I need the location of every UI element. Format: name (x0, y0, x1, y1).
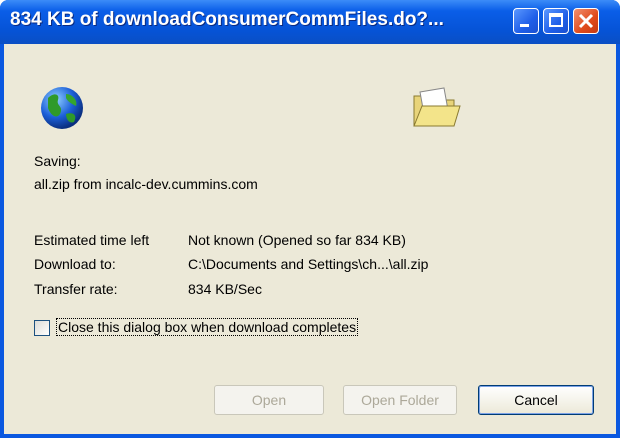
dialog-body: Saving: all.zip from incalc-dev.cummins.… (4, 44, 616, 434)
open-button-label: Open (251, 392, 287, 408)
close-when-done-label[interactable]: Close this dialog box when download comp… (55, 318, 359, 336)
open-folder-button-label: Open Folder (361, 392, 439, 408)
maximize-button[interactable] (543, 8, 569, 34)
close-when-done-checkbox[interactable] (34, 320, 50, 336)
close-icon (578, 13, 594, 29)
open-folder-icon (413, 87, 461, 127)
minimize-icon (520, 24, 529, 27)
open-folder-button[interactable]: Open Folder (343, 385, 457, 415)
cancel-button[interactable]: Cancel (478, 385, 594, 415)
globe-icon (41, 87, 83, 129)
saving-label: Saving: (34, 153, 81, 169)
download-to-label: Download to: (34, 256, 116, 272)
time-left-label: Estimated time left (34, 232, 150, 248)
open-button[interactable]: Open (214, 385, 324, 415)
transfer-rate-label: Transfer rate: (34, 281, 118, 297)
download-to-value: C:\Documents and Settings\ch...\all.zip (188, 256, 429, 272)
close-button[interactable] (573, 8, 599, 34)
file-source: all.zip from incalc-dev.cummins.com (34, 176, 258, 192)
download-dialog: 834 KB of downloadConsumerCommFiles.do?.… (0, 0, 620, 438)
cancel-button-label: Cancel (514, 392, 558, 408)
time-left-value: Not known (Opened so far 834 KB) (188, 232, 406, 248)
transfer-rate-value: 834 KB/Sec (188, 281, 262, 297)
title-bar[interactable]: 834 KB of downloadConsumerCommFiles.do?.… (0, 0, 620, 44)
window-title: 834 KB of downloadConsumerCommFiles.do?.… (10, 9, 444, 30)
maximize-icon (549, 13, 563, 27)
minimize-button[interactable] (513, 8, 539, 34)
